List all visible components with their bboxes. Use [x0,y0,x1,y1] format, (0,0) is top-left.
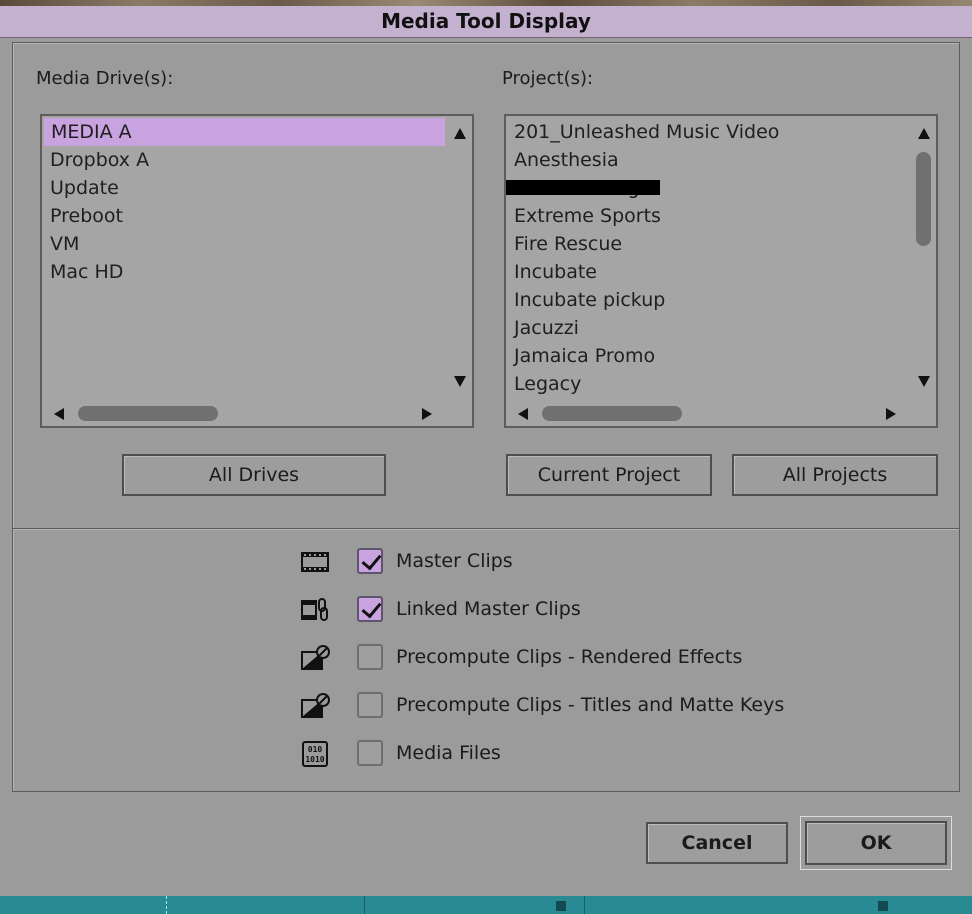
linked-master-clips-checkbox[interactable] [357,596,383,622]
drive-item[interactable]: MEDIA A [44,118,445,146]
all-projects-button[interactable]: All Projects [732,454,938,496]
project-item[interactable]: Incubate [514,258,597,286]
precompute-effect-icon [301,645,330,670]
scroll-down-arrow-icon[interactable] [454,376,466,387]
redaction-bar [506,180,660,195]
filmstrip-icon [301,552,329,572]
all-drives-button[interactable]: All Drives [122,454,386,496]
drive-item[interactable]: Update [50,174,119,202]
master-clips-label: Master Clips [396,550,513,572]
media-drives-label: Media Drive(s): [36,68,174,89]
media-files-label: Media Files [396,742,501,764]
drive-item[interactable]: Dropbox A [50,146,149,174]
project-item[interactable]: Incubate pickup [514,286,665,314]
drive-item[interactable]: VM [50,230,79,258]
horizontal-scrollbar-thumb[interactable] [542,406,682,421]
drive-item[interactable]: Preboot [50,202,123,230]
precompute-titles-matte-keys-checkbox[interactable] [357,692,383,718]
project-item[interactable]: 201_Unleashed Music Video [514,118,779,146]
scroll-left-arrow-icon[interactable] [518,408,528,420]
precompute-titles-matte-keys-label: Precompute Clips - Titles and Matte Keys [396,694,785,716]
drive-item[interactable]: Mac HD [50,258,123,286]
linked-clip-icon [301,598,328,621]
project-item[interactable]: Jacuzzi [514,314,579,342]
project-item[interactable]: Fire Rescue [514,230,622,258]
precompute-title-icon [301,693,330,718]
precompute-rendered-effects-label: Precompute Clips - Rendered Effects [396,646,743,668]
projects-label: Project(s): [502,68,594,89]
dialog-title: Media Tool Display [381,9,591,33]
vertical-scrollbar-thumb[interactable] [916,152,931,246]
cancel-button[interactable]: Cancel [646,822,788,864]
master-clips-checkbox[interactable] [357,548,383,574]
timeline-cursor [166,896,169,914]
timeline-marker [556,901,566,911]
current-project-button[interactable]: Current Project [506,454,712,496]
projects-list[interactable]: 201_Unleashed Music Video Anesthesia 360… [504,114,938,428]
ok-button[interactable]: OK [805,821,947,865]
timeline-tick [584,896,585,914]
scroll-up-arrow-icon[interactable] [454,128,466,139]
background-timeline-strip [0,896,972,914]
svg-text:1010: 1010 [305,755,324,764]
scroll-left-arrow-icon[interactable] [54,408,64,420]
linked-master-clips-label: Linked Master Clips [396,598,581,620]
project-item[interactable]: Jamaica Promo [514,342,655,370]
project-item[interactable]: Legacy [514,370,581,398]
timeline-tick [364,896,365,914]
media-files-checkbox[interactable] [357,740,383,766]
media-tool-display-dialog: Media Tool Display Media Drive(s): Proje… [0,6,972,896]
svg-text:010: 010 [308,745,323,754]
media-drives-list[interactable]: MEDIA A Dropbox A Update Preboot VM Mac … [40,114,474,428]
precompute-rendered-effects-checkbox[interactable] [357,644,383,670]
scroll-right-arrow-icon[interactable] [886,408,896,420]
scroll-down-arrow-icon[interactable] [918,376,930,387]
horizontal-scrollbar-thumb[interactable] [78,406,218,421]
project-item[interactable]: Anesthesia [514,146,619,174]
dialog-titlebar[interactable]: Media Tool Display [0,6,972,38]
timeline-marker [878,901,888,911]
scroll-right-arrow-icon[interactable] [422,408,432,420]
project-item[interactable]: Extreme Sports [514,202,661,230]
scroll-up-arrow-icon[interactable] [918,128,930,139]
media-file-icon: 010 1010 [302,741,328,767]
